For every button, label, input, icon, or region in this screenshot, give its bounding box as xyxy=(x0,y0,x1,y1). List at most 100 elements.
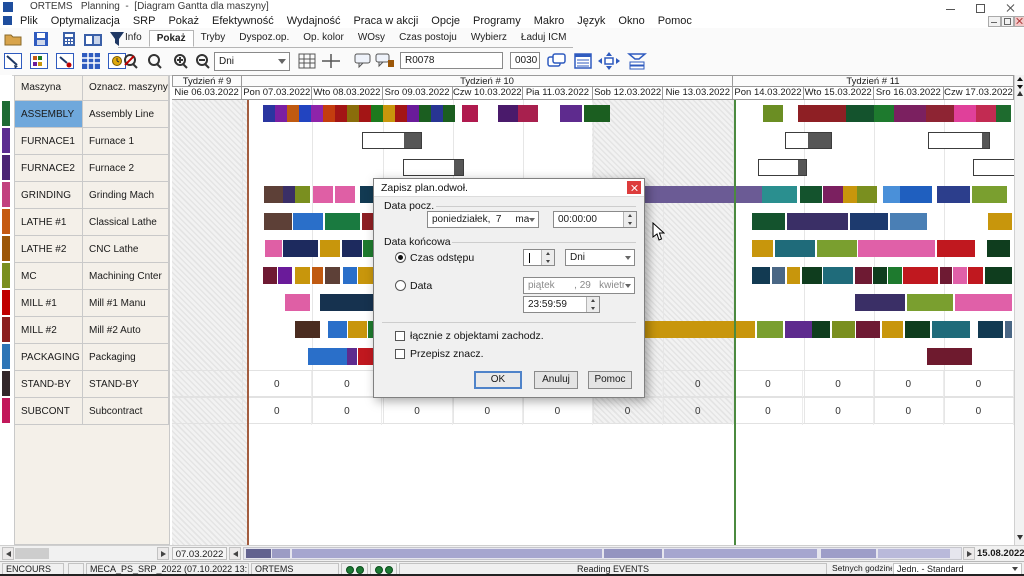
mdi-minimize-icon[interactable] xyxy=(988,16,1001,27)
gantt-bar[interactable] xyxy=(882,321,903,338)
gantt-bar[interactable] xyxy=(383,105,395,122)
timeline-overview-scrollbar[interactable] xyxy=(243,547,962,560)
gantt-bar[interactable] xyxy=(443,105,455,122)
gantt-bar[interactable] xyxy=(890,213,927,230)
gantt-bar[interactable] xyxy=(988,213,1012,230)
gantt-bar[interactable] xyxy=(328,321,347,338)
machine-row[interactable]: LATHE #2CNC Lathe xyxy=(15,236,169,263)
open-folder-icon[interactable] xyxy=(2,30,24,48)
gantt-bar[interactable] xyxy=(823,186,843,203)
machine-row[interactable]: MCMachining Cnter xyxy=(15,263,169,290)
gantt-bar[interactable] xyxy=(431,105,443,122)
menu-pomoc[interactable]: Pomoc xyxy=(658,14,692,28)
mdi-close-icon[interactable] xyxy=(1014,16,1024,27)
gantt-outline-bar[interactable] xyxy=(758,159,807,176)
machine-name[interactable]: LATHE #1 xyxy=(15,209,83,236)
gantt-bar[interactable] xyxy=(263,267,277,284)
gantt-bar[interactable] xyxy=(888,267,902,284)
menu-optymalizacja[interactable]: Optymalizacja xyxy=(51,14,120,28)
gantt-bar[interactable] xyxy=(894,105,926,122)
spread-flow-icon[interactable] xyxy=(598,52,620,70)
layers-icon[interactable] xyxy=(546,52,568,70)
cancel-button[interactable]: Anuluj xyxy=(534,371,578,389)
gantt-bar[interactable] xyxy=(856,321,880,338)
gantt-outline-bar[interactable] xyxy=(928,132,990,149)
menu-opcje[interactable]: Opcje xyxy=(431,14,460,28)
tab--aduj-icm[interactable]: Ładuj ICM xyxy=(514,30,574,47)
gantt-outline-bar[interactable] xyxy=(973,159,1014,176)
gantt-bar[interactable] xyxy=(295,267,310,284)
gantt-bar[interactable] xyxy=(752,267,770,284)
panel-scroll-left-icon[interactable] xyxy=(2,547,14,560)
gantt-bar[interactable] xyxy=(846,105,874,122)
zoom-reset-icon[interactable] xyxy=(120,52,142,70)
menu-srp[interactable]: SRP xyxy=(133,14,156,28)
gantt-bar[interactable] xyxy=(857,186,877,203)
gantt-bar[interactable] xyxy=(955,294,1012,311)
marks-checkbox[interactable] xyxy=(395,349,405,359)
interval-value-spinner[interactable] xyxy=(523,249,555,266)
gantt-bar[interactable] xyxy=(763,105,783,122)
gantt-bar[interactable] xyxy=(299,105,311,122)
gantt-bar[interactable] xyxy=(263,105,275,122)
gantt-bar[interactable] xyxy=(335,186,355,203)
resource-input[interactable]: R0078 xyxy=(400,52,503,69)
gantt-bar[interactable] xyxy=(787,213,848,230)
gantt-outline-bar[interactable] xyxy=(362,132,422,149)
gantt-bar[interactable] xyxy=(832,321,855,338)
gantt-bar[interactable] xyxy=(752,213,785,230)
gantt-bar[interactable] xyxy=(275,105,287,122)
gantt-bar[interactable] xyxy=(371,105,383,122)
menu-plik[interactable]: Plik xyxy=(20,14,38,28)
gantt-bar[interactable] xyxy=(798,105,846,122)
machine-name[interactable]: MILL #1 xyxy=(15,290,83,317)
close-icon[interactable] xyxy=(1000,2,1022,13)
machine-name[interactable]: STAND-BY xyxy=(15,371,83,398)
gantt-bar[interactable] xyxy=(757,321,783,338)
machine-name[interactable]: GRINDING xyxy=(15,182,83,209)
gantt-bar[interactable] xyxy=(283,240,318,257)
start-date-select[interactable]: poniedziałek, 7 marca 2 xyxy=(427,211,539,228)
menu-j-zyk[interactable]: Język xyxy=(577,14,605,28)
gantt-bar[interactable] xyxy=(787,267,800,284)
time-scale-select[interactable]: Dni xyxy=(214,52,290,71)
gantt-bar[interactable] xyxy=(812,321,830,338)
card-file-icon[interactable] xyxy=(82,30,104,48)
machine-row[interactable]: ASSEMBLYAssembly Line xyxy=(15,101,169,128)
tooltip-settings-icon[interactable] xyxy=(374,52,396,70)
dialog-close-icon[interactable] xyxy=(627,181,641,194)
gantt-bar[interactable] xyxy=(264,213,292,230)
gantt-bar[interactable] xyxy=(283,186,295,203)
tab-poka-[interactable]: Pokaż xyxy=(149,30,194,47)
spinner-icons[interactable] xyxy=(623,212,636,227)
gantt-bar[interactable] xyxy=(855,294,905,311)
gantt-bar[interactable] xyxy=(312,267,323,284)
funnel-stack-icon[interactable] xyxy=(626,52,648,70)
panel-scroll-right-icon[interactable] xyxy=(157,547,169,560)
gantt-bar[interactable] xyxy=(932,321,970,338)
gantt-outline-bar[interactable] xyxy=(785,132,832,149)
gantt-bar[interactable] xyxy=(927,348,972,365)
gantt-bar[interactable] xyxy=(775,240,815,257)
gantt-bar[interactable] xyxy=(985,267,1012,284)
gantt-bar[interactable] xyxy=(293,213,323,230)
gantt-bar[interactable] xyxy=(265,240,282,257)
machine-name[interactable]: FURNACE1 xyxy=(15,128,83,155)
scroll-up-icon[interactable] xyxy=(1017,91,1023,96)
gantt-bar[interactable] xyxy=(817,240,857,257)
gantt-bar[interactable] xyxy=(954,105,976,122)
machine-row[interactable]: FURNACE2Furnace 2 xyxy=(15,155,169,182)
zoom-out-icon[interactable] xyxy=(192,52,214,70)
gantt-bar[interactable] xyxy=(850,213,888,230)
gantt-bar[interactable] xyxy=(978,321,1003,338)
gantt-bar[interactable] xyxy=(940,267,952,284)
gantt-bar[interactable] xyxy=(325,267,340,284)
gantt-bar[interactable] xyxy=(858,240,935,257)
gantt-bar[interactable] xyxy=(937,186,970,203)
machine-row[interactable]: STAND-BYSTAND-BY xyxy=(15,371,169,398)
crosshair-icon[interactable] xyxy=(320,52,342,70)
gantt-bar[interactable] xyxy=(905,321,930,338)
list-view-icon[interactable] xyxy=(572,52,594,70)
gantt-bar[interactable] xyxy=(926,105,954,122)
gantt-bar[interactable] xyxy=(343,267,357,284)
